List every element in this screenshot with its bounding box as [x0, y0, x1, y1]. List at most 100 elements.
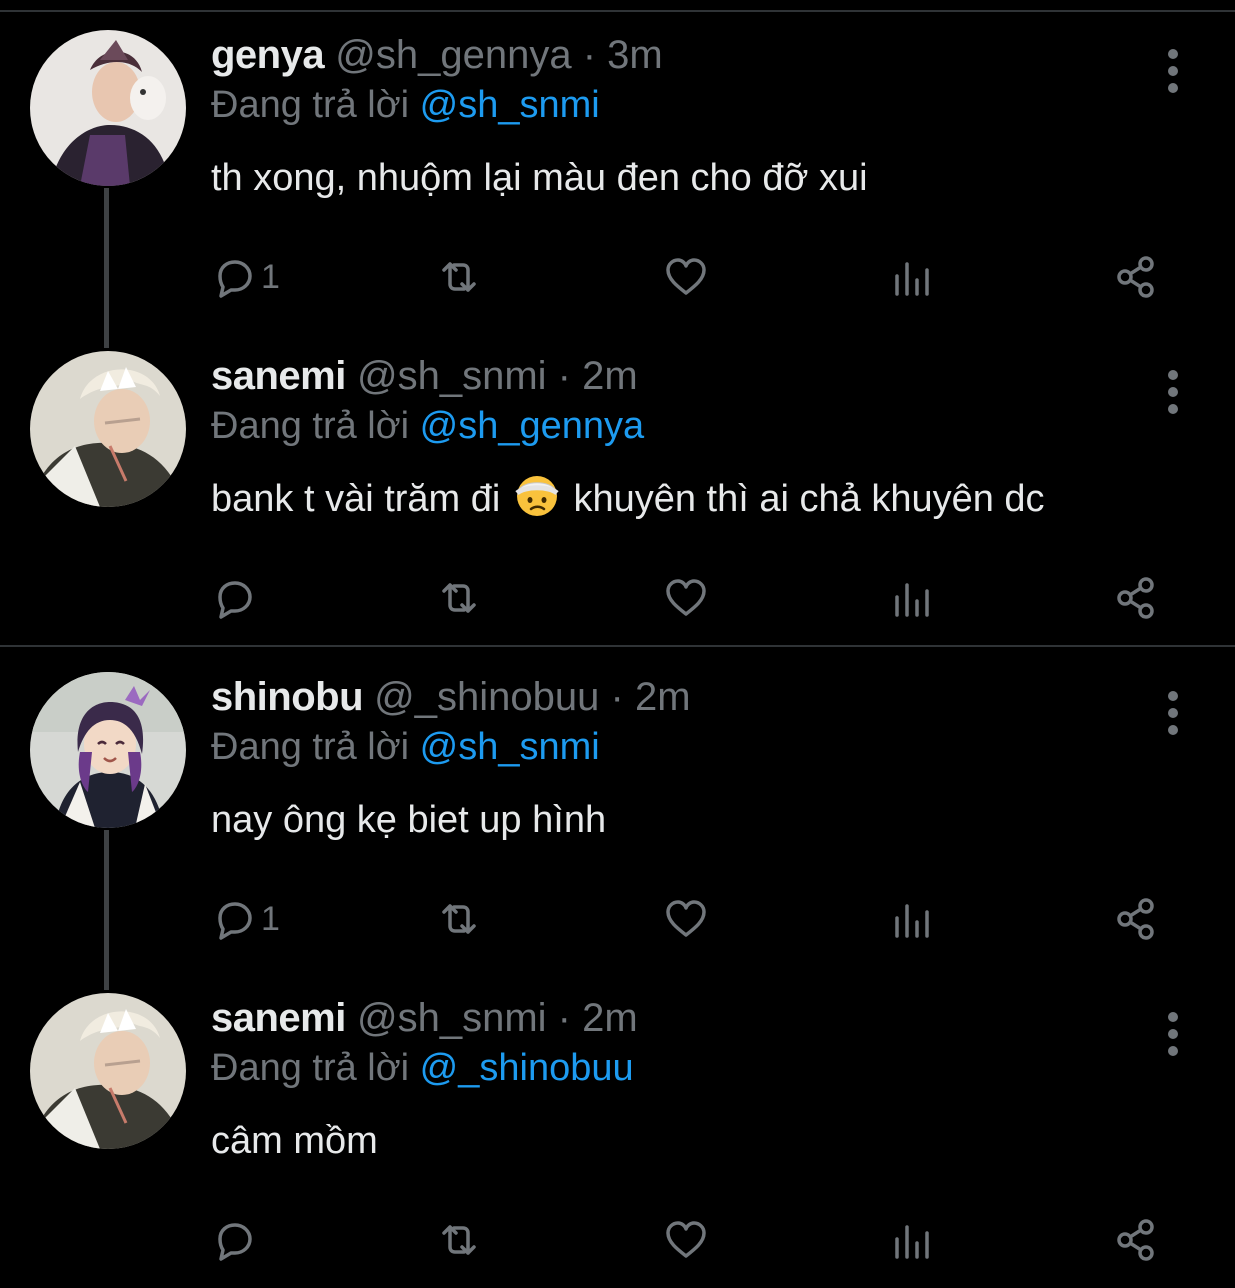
timeline: genya @sh_gennya · 3m Đang trả lời @sh_s…	[0, 0, 1235, 1288]
display-name[interactable]: sanemi	[211, 354, 346, 398]
display-name[interactable]: shinobu	[211, 675, 364, 719]
retweet-button[interactable]	[436, 1215, 482, 1265]
more-options-icon[interactable]	[1161, 690, 1185, 736]
analytics-icon	[895, 1225, 929, 1259]
timestamp[interactable]: 3m	[607, 33, 663, 77]
reply-context: Đang trả lời @sh_gennya	[211, 401, 1155, 451]
reply-icon	[218, 902, 252, 940]
tweet-actions	[211, 573, 1171, 623]
tweet-actions: 1	[211, 252, 1171, 302]
avatar-sanemi	[30, 993, 186, 1149]
reply-prefix: Đang trả lời	[211, 726, 410, 768]
analytics-button[interactable]	[889, 573, 935, 623]
tweet-actions	[211, 1215, 1171, 1265]
analytics-button[interactable]	[889, 252, 935, 302]
separator: ·	[582, 33, 597, 77]
analytics-button[interactable]	[889, 1215, 935, 1265]
reply-count: 1	[261, 899, 280, 938]
retweet-icon	[442, 583, 476, 613]
share-icon	[1117, 577, 1154, 619]
avatar[interactable]	[30, 672, 186, 828]
timestamp[interactable]: 2m	[582, 354, 638, 398]
reply-button[interactable]	[211, 1215, 261, 1265]
tweet-text: th xong, nhuộm lại màu đen cho đỡ xui	[211, 148, 1155, 208]
analytics-button[interactable]	[889, 894, 935, 944]
timestamp[interactable]: 2m	[635, 675, 691, 719]
like-button[interactable]	[663, 573, 709, 623]
like-button[interactable]	[663, 252, 709, 302]
tweet-header: genya @sh_gennya · 3m	[211, 30, 1155, 80]
tweet-header: sanemi @sh_snmi · 2m	[211, 993, 1155, 1043]
more-options-icon[interactable]	[1161, 1011, 1185, 1057]
tweet-content: sanemi @sh_snmi · 2m Đang trả lời @sh_ge…	[211, 351, 1155, 529]
reply-icon	[218, 581, 252, 619]
tweet-header: shinobu @_shinobuu · 2m	[211, 672, 1155, 722]
share-button[interactable]	[1113, 252, 1159, 302]
analytics-icon	[895, 904, 929, 938]
more-options-icon[interactable]	[1161, 369, 1185, 415]
retweet-button[interactable]	[436, 894, 482, 944]
user-handle[interactable]: @sh_gennya	[335, 33, 571, 77]
like-button[interactable]	[663, 894, 709, 944]
reply-prefix: Đang trả lời	[211, 1047, 410, 1089]
thread-divider	[0, 645, 1235, 647]
more-options-icon[interactable]	[1161, 48, 1185, 94]
retweet-icon	[442, 1225, 476, 1255]
top-divider	[0, 10, 1235, 12]
like-icon	[666, 900, 706, 937]
reply-context: Đang trả lời @sh_snmi	[211, 722, 1155, 772]
share-button[interactable]	[1113, 573, 1159, 623]
like-icon	[666, 258, 706, 295]
reply-mention[interactable]: @sh_snmi	[420, 726, 600, 768]
user-handle[interactable]: @sh_snmi	[357, 996, 547, 1040]
avatar[interactable]	[30, 351, 186, 507]
user-handle[interactable]: @sh_snmi	[357, 354, 547, 398]
share-button[interactable]	[1113, 1215, 1159, 1265]
user-handle[interactable]: @_shinobuu	[374, 675, 599, 719]
retweet-button[interactable]	[436, 573, 482, 623]
separator: ·	[557, 354, 571, 398]
retweet-button[interactable]	[436, 252, 482, 302]
display-name[interactable]: genya	[211, 33, 325, 77]
retweet-icon	[442, 262, 476, 292]
avatar-sanemi	[30, 351, 186, 507]
tweet-text-part: câm mồm	[211, 1120, 378, 1162]
analytics-icon	[895, 583, 929, 617]
avatar-shinobu	[30, 672, 186, 828]
avatar[interactable]	[30, 993, 186, 1149]
share-button[interactable]	[1113, 894, 1159, 944]
tweet-text: câm mồm	[211, 1111, 1155, 1171]
tweet-content: sanemi @sh_snmi · 2m Đang trả lời @_shin…	[211, 993, 1155, 1171]
reply-button[interactable]: 1	[211, 252, 280, 302]
tweet-text: nay ông kẹ biet up hình	[211, 790, 1155, 850]
reply-mention[interactable]: @sh_snmi	[420, 84, 600, 126]
separator: ·	[557, 996, 571, 1040]
tweet-actions: 1	[211, 894, 1171, 944]
reply-icon	[218, 1223, 252, 1261]
reply-mention[interactable]: @_shinobuu	[420, 1047, 634, 1089]
timestamp[interactable]: 2m	[582, 996, 638, 1040]
share-icon	[1117, 256, 1154, 298]
tweet-text-part: th xong, nhuộm lại màu đen cho đỡ xui	[211, 157, 868, 199]
separator: ·	[610, 675, 624, 719]
tweet-header: sanemi @sh_snmi · 2m	[211, 351, 1155, 401]
share-icon	[1117, 898, 1154, 940]
display-name[interactable]: sanemi	[211, 996, 346, 1040]
tweet-text: bank t vài trăm đi khuyên thì ai chả khu…	[211, 469, 1155, 529]
tweet-text-part: nay ông kẹ biet up hình	[211, 799, 607, 841]
retweet-icon	[442, 904, 476, 934]
tweet-content: shinobu @_shinobuu · 2m Đang trả lời @sh…	[211, 672, 1155, 850]
analytics-icon	[895, 262, 929, 296]
share-icon	[1117, 1219, 1154, 1261]
reply-prefix: Đang trả lời	[211, 405, 410, 447]
like-button[interactable]	[663, 1215, 709, 1265]
tweet-text-part: khuyên thì ai chả khuyên dc	[573, 478, 1045, 520]
reply-button[interactable]: 1	[211, 894, 280, 944]
reply-mention[interactable]: @sh_gennya	[420, 405, 645, 447]
reply-prefix: Đang trả lời	[211, 84, 410, 126]
avatar[interactable]	[30, 30, 186, 186]
reply-context: Đang trả lời @_shinobuu	[211, 1043, 1155, 1093]
like-icon	[666, 1221, 706, 1258]
reply-icon	[218, 260, 252, 298]
reply-button[interactable]	[211, 573, 261, 623]
